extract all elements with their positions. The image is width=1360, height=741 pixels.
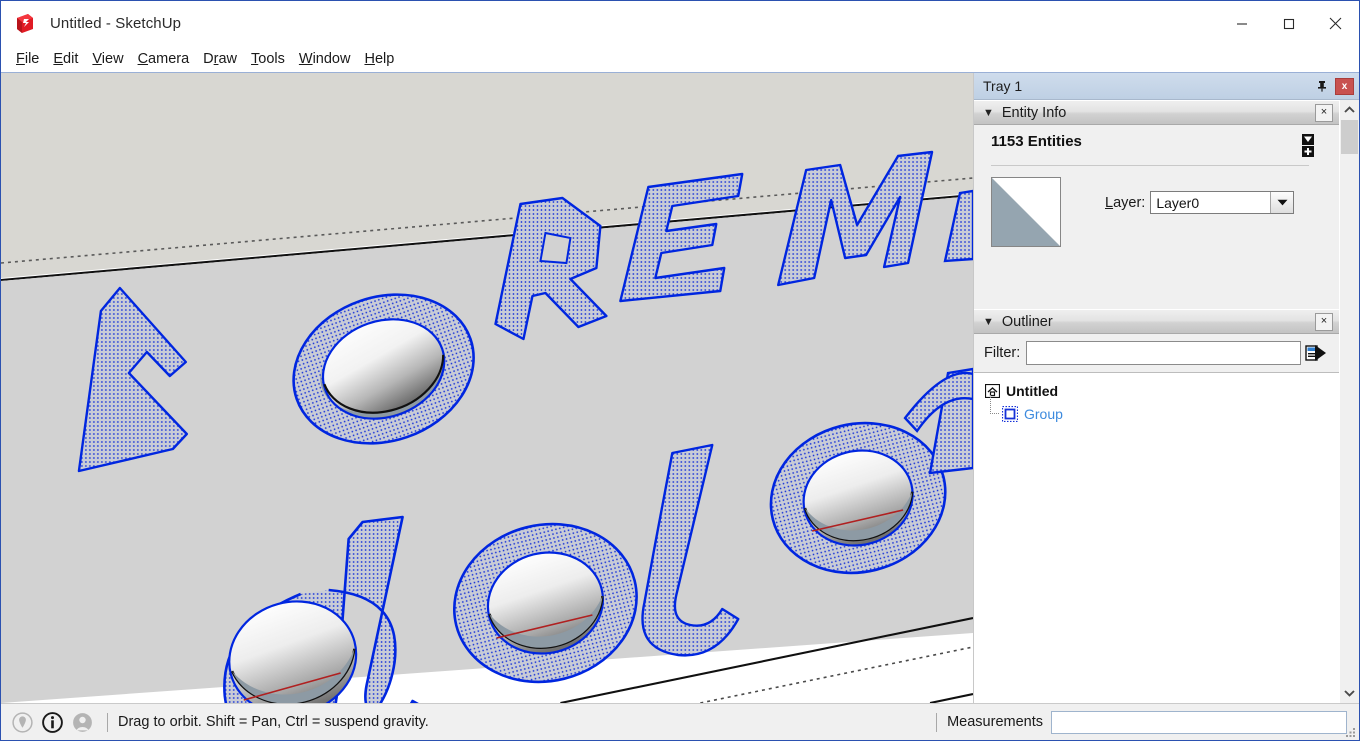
geo-location-icon[interactable]	[7, 707, 37, 737]
menu-edit[interactable]: Edit	[46, 49, 85, 69]
measurements-divider	[936, 712, 938, 732]
scrollbar-track[interactable]	[1340, 120, 1359, 683]
filter-label: Filter:	[984, 345, 1021, 361]
outliner-item-label: Untitled	[1006, 382, 1059, 399]
home-icon	[984, 383, 1000, 399]
material-swatch-icon[interactable]	[991, 177, 1061, 247]
window-controls	[1218, 1, 1359, 46]
expand-collapse-icon[interactable]	[1299, 133, 1317, 159]
tray-close-button[interactable]: x	[1335, 77, 1354, 95]
entity-count-label: 1153 Entities	[991, 133, 1082, 150]
outliner-item-label: Group	[1024, 405, 1063, 422]
model-canvas[interactable]	[1, 73, 973, 703]
outliner-item-group[interactable]: Group	[974, 395, 1339, 425]
menu-tools[interactable]: Tools	[244, 49, 292, 69]
layer-label: Layer:	[1105, 194, 1146, 211]
outliner-title: Outliner	[1001, 313, 1053, 330]
outliner-body: Filter: Untitled Group	[974, 334, 1339, 703]
menu-draw[interactable]: Draw	[196, 49, 244, 69]
measurements-input[interactable]	[1051, 710, 1347, 734]
outliner-tree[interactable]: Untitled Group	[974, 372, 1339, 703]
close-icon[interactable]	[1312, 1, 1359, 46]
tray-panel-stack: ▼ Entity Info × 1153 Entities Layer: Lay…	[974, 100, 1339, 703]
sketchup-logo-icon	[12, 11, 38, 37]
status-message: Drag to orbit. Shift = Pan, Ctrl = suspe…	[118, 714, 429, 730]
outliner-close-icon[interactable]: ×	[1315, 312, 1333, 331]
entity-info-body: 1153 Entities Layer: Layer0	[974, 125, 1339, 309]
measurements-label: Measurements	[947, 714, 1043, 730]
tray-scrollbar[interactable]	[1339, 100, 1359, 703]
outliner-collapse-icon[interactable]: ▼	[983, 316, 994, 328]
outliner-filter-row: Filter:	[974, 334, 1339, 372]
menu-view[interactable]: View	[85, 49, 130, 69]
status-divider	[107, 712, 108, 732]
resize-grip-icon[interactable]	[1345, 727, 1357, 739]
chevron-up-icon[interactable]	[1340, 100, 1359, 120]
window-title: Untitled - SketchUp	[50, 15, 182, 32]
account-icon[interactable]	[67, 707, 97, 737]
sketchup-window: Untitled - SketchUp File Edit View Camer…	[0, 0, 1360, 741]
menu-camera[interactable]: Camera	[131, 49, 197, 69]
filter-input[interactable]	[1026, 341, 1301, 365]
entity-info-close-icon[interactable]: ×	[1315, 103, 1333, 122]
outliner-details-icon[interactable]	[1301, 341, 1331, 365]
entity-material-row: Layer: Layer0	[974, 166, 1339, 247]
layer-combobox[interactable]: Layer0	[1150, 191, 1295, 214]
tray-panel: Tray 1 x ▼ Entity Info × 1153 Entities L…	[974, 73, 1359, 703]
tray-body: ▼ Entity Info × 1153 Entities Layer: Lay…	[974, 100, 1359, 703]
minimize-icon[interactable]	[1218, 1, 1265, 46]
layer-value: Layer0	[1156, 194, 1200, 211]
entity-info-spacer	[974, 247, 1339, 309]
tray-header: Tray 1 x	[974, 73, 1359, 100]
pushpin-icon[interactable]	[1312, 76, 1332, 96]
measurements-group: Measurements	[926, 710, 1347, 734]
title-bar: Untitled - SketchUp	[1, 1, 1359, 46]
entity-info-collapse-icon[interactable]: ▼	[983, 107, 994, 119]
maximize-icon[interactable]	[1265, 1, 1312, 46]
menu-help[interactable]: Help	[357, 49, 401, 69]
entity-info-title: Entity Info	[1001, 104, 1067, 121]
entity-count-row: 1153 Entities	[974, 125, 1339, 159]
info-icon[interactable]	[37, 707, 67, 737]
chevron-down-icon[interactable]	[1270, 192, 1294, 213]
outliner-header[interactable]: ▼ Outliner ×	[974, 309, 1339, 334]
status-bar: Drag to orbit. Shift = Pan, Ctrl = suspe…	[1, 703, 1359, 740]
menu-window[interactable]: Window	[292, 49, 358, 69]
tray-title: Tray 1	[983, 78, 1023, 94]
scrollbar-thumb[interactable]	[1341, 120, 1358, 154]
entity-info-header[interactable]: ▼ Entity Info ×	[974, 100, 1339, 125]
menu-file[interactable]: File	[9, 49, 46, 69]
main-body: Tray 1 x ▼ Entity Info × 1153 Entities L…	[1, 73, 1359, 703]
layer-row: Layer: Layer0	[1105, 191, 1295, 214]
group-icon	[1002, 405, 1018, 422]
outliner-item-untitled[interactable]: Untitled	[974, 379, 1339, 402]
chevron-down-icon[interactable]	[1340, 683, 1359, 703]
menu-bar: File Edit View Camera Draw Tools Window …	[1, 46, 1359, 73]
model-viewport[interactable]	[1, 73, 974, 703]
